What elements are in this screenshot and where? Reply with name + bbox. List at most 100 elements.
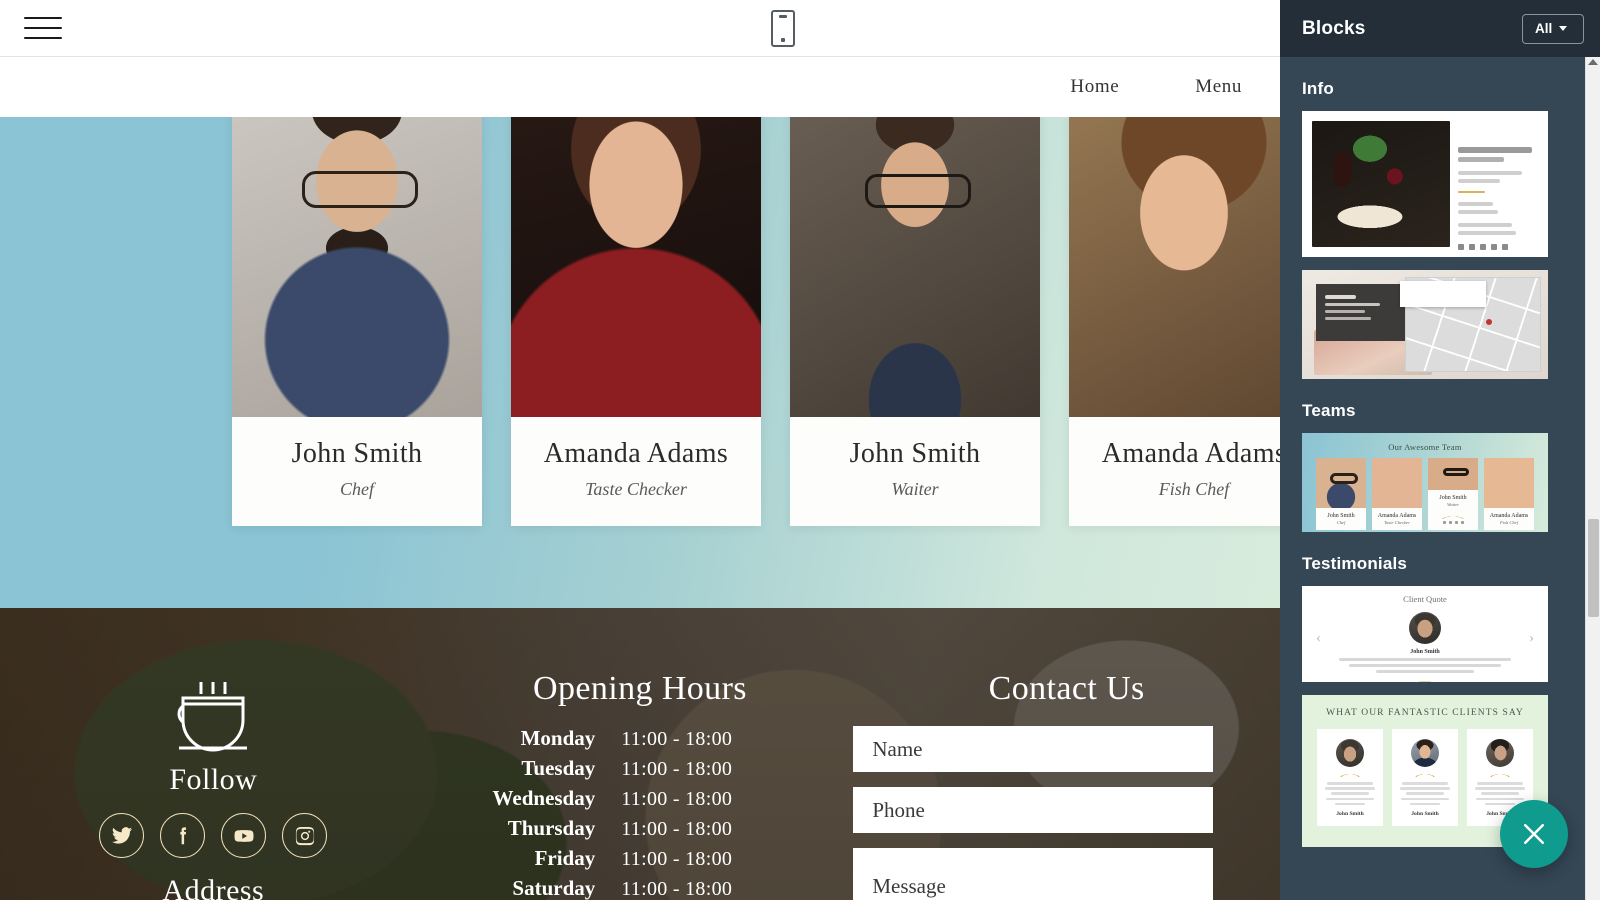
name-field[interactable] xyxy=(853,726,1214,772)
hours-row: Monday 11:00 - 18:00 xyxy=(453,726,828,756)
blocks-panel: Blocks All Info Teams Our Awesome Team J… xyxy=(1280,0,1600,900)
blocks-group-title-teams: Teams xyxy=(1302,401,1356,420)
block-preview-name: Amanda Adams xyxy=(1377,513,1417,519)
builder-window: Home Menu John Smith Chef Amanda Adams T… xyxy=(0,0,1600,900)
block-preview-role: Waiter xyxy=(1446,502,1460,508)
team-card-info: Amanda Adams Taste Checker xyxy=(511,417,761,526)
block-preview-swoosh xyxy=(1432,514,1474,520)
panel-scrollbar[interactable] xyxy=(1585,57,1600,900)
carousel-prev-icon[interactable]: ‹ xyxy=(1316,630,1321,647)
block-preview-caption: Our Awesome Team xyxy=(1388,442,1462,452)
instagram-icon[interactable] xyxy=(282,813,328,858)
block-preview-team-card: John Smith Chef xyxy=(1316,458,1366,531)
scroll-up-arrow-icon[interactable] xyxy=(1588,59,1598,65)
team-card[interactable]: John Smith Chef xyxy=(232,117,482,526)
phone-field[interactable] xyxy=(853,787,1214,833)
block-preview-swoosh xyxy=(1302,678,1548,682)
address-label: Address xyxy=(162,874,265,900)
carousel-next-icon[interactable]: › xyxy=(1529,630,1534,647)
awesome-team-block[interactable]: Our Awesome Team John Smith Chef Amanda … xyxy=(1302,433,1548,532)
blocks-group-title-info: Info xyxy=(1302,79,1334,98)
hours-time: 11:00 - 18:00 xyxy=(621,818,733,840)
block-preview-caption: WHAT OUR FANTASTIC CLIENTS SAY xyxy=(1326,708,1524,718)
nav-links: Home Menu xyxy=(1032,76,1280,98)
opening-hours-list: Monday 11:00 - 18:00 Tuesday 11:00 - 18:… xyxy=(453,726,828,900)
team-section: John Smith Chef Amanda Adams Taste Check… xyxy=(0,117,1280,608)
close-icon xyxy=(1524,824,1544,844)
hours-row: Thursday 11:00 - 18:00 xyxy=(453,816,828,846)
block-preview-name: John Smith xyxy=(1439,495,1467,501)
hours-row: Wednesday 11:00 - 18:00 xyxy=(453,786,828,816)
block-preview-name: John Smith xyxy=(1410,649,1440,655)
block-preview-role: Chef xyxy=(1336,520,1346,526)
hours-time: 11:00 - 18:00 xyxy=(621,878,733,900)
team-member-role: Taste Checker xyxy=(585,478,687,499)
block-preview-role: Fish Chef xyxy=(1500,520,1518,526)
team-member-name: John Smith xyxy=(849,438,981,469)
block-preview-team-card: Amanda Adams Taste Checker xyxy=(1372,458,1422,531)
team-member-photo xyxy=(511,117,761,417)
hours-day: Friday xyxy=(534,846,596,870)
contact-us-title: Contact Us xyxy=(988,670,1145,707)
blocks-panel-body[interactable]: Info Teams Our Awesome Team John Smith C… xyxy=(1280,57,1600,900)
hours-time: 11:00 - 18:00 xyxy=(621,848,733,870)
hours-time: 11:00 - 18:00 xyxy=(621,728,733,750)
block-preview-map-infocard xyxy=(1400,281,1486,307)
block-preview-address-card xyxy=(1316,284,1408,341)
mobile-phone-icon[interactable] xyxy=(771,10,795,47)
social-links xyxy=(99,813,328,858)
hours-day: Tuesday xyxy=(521,756,596,780)
team-member-role: Chef xyxy=(340,478,374,499)
block-preview-avatar xyxy=(1409,612,1441,644)
team-card[interactable]: John Smith Waiter xyxy=(790,117,1040,526)
blocks-group-title-testimonials: Testimonials xyxy=(1302,554,1408,573)
site-footer: Follow Address Opening Hours Monday 11:0… xyxy=(0,608,1280,900)
team-card[interactable]: Amanda Adams Taste Checker xyxy=(511,117,761,526)
block-preview-name: John Smith xyxy=(1336,811,1364,818)
nav-link-home[interactable]: Home xyxy=(1032,76,1157,98)
team-member-role: Fish Chef xyxy=(1158,478,1230,499)
hours-day: Saturday xyxy=(512,876,596,900)
client-quote-block[interactable]: Client Quote ‹ › John Smith xyxy=(1302,586,1548,682)
message-field[interactable] xyxy=(853,848,1214,900)
block-preview-text xyxy=(1458,121,1538,250)
blocks-panel-header: Blocks All xyxy=(1280,0,1600,57)
blocks-panel-title: Blocks xyxy=(1302,17,1366,39)
block-preview-avatar xyxy=(1336,739,1364,767)
map-location-block[interactable] xyxy=(1302,270,1548,379)
block-preview-image xyxy=(1312,121,1450,247)
restaurant-info-block[interactable] xyxy=(1302,111,1548,257)
hours-time: 11:00 - 18:00 xyxy=(621,788,733,810)
hours-row: Friday 11:00 - 18:00 xyxy=(453,846,828,876)
nav-link-menu[interactable]: Menu xyxy=(1157,76,1280,98)
site-navbar: Home Menu xyxy=(0,57,1280,117)
team-member-role: Waiter xyxy=(891,478,939,499)
hours-day: Thursday xyxy=(507,816,596,840)
hours-row: Saturday 11:00 - 18:00 xyxy=(453,876,828,900)
blocks-filter-label: All xyxy=(1535,21,1553,36)
footer-hours-column: Opening Hours Monday 11:00 - 18:00 Tuesd… xyxy=(427,608,854,900)
twitter-icon[interactable] xyxy=(99,813,145,858)
team-card-info: John Smith Waiter xyxy=(790,417,1040,526)
map-pin-icon xyxy=(1486,319,1492,325)
team-card-info: John Smith Chef xyxy=(232,417,482,526)
block-preview-avatar xyxy=(1486,739,1514,767)
hours-row: Tuesday 11:00 - 18:00 xyxy=(453,756,828,786)
hamburger-menu-icon[interactable] xyxy=(24,13,62,43)
team-card-info: Amanda Adams Fish Chef xyxy=(1069,417,1280,526)
hours-day: Wednesday xyxy=(492,786,596,810)
contact-form xyxy=(853,726,1214,900)
scrollbar-thumb[interactable] xyxy=(1588,519,1599,617)
team-card[interactable]: Amanda Adams Fish Chef xyxy=(1069,117,1280,526)
hamburger-bar xyxy=(24,17,62,19)
block-preview-team-card: Amanda Adams Fish Chef xyxy=(1484,458,1534,531)
hamburger-bar xyxy=(24,37,62,39)
close-panel-button[interactable] xyxy=(1500,800,1568,868)
blocks-filter-dropdown[interactable]: All xyxy=(1522,13,1584,44)
youtube-icon[interactable] xyxy=(221,813,267,858)
footer-contact-column: Contact Us xyxy=(853,608,1280,900)
block-preview-social-icons xyxy=(1428,521,1478,528)
facebook-icon[interactable] xyxy=(160,813,206,858)
team-member-photo xyxy=(232,117,482,417)
block-preview-caption: Client Quote xyxy=(1403,594,1447,604)
